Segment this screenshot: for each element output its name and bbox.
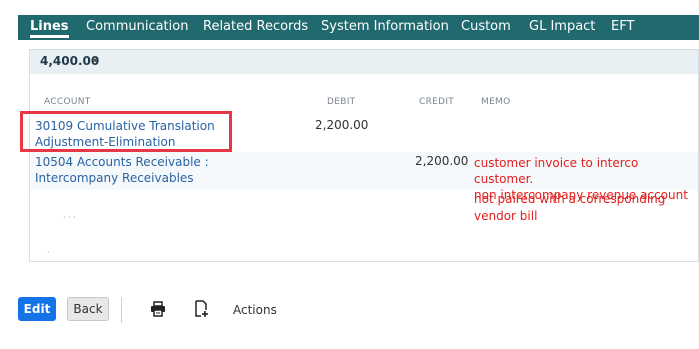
tab-custom[interactable]: Custom [461,19,511,34]
summary-marker: • [92,54,100,68]
highlight-box [20,111,232,152]
stray-mark: · · · [63,213,76,222]
tab-related-records[interactable]: Related Records [203,19,308,34]
new-document-icon[interactable] [193,300,209,318]
table-header: ACCOUNT DEBIT CREDIT MEMO [30,93,698,113]
debit-amount: 2,200.00 [315,118,369,132]
tab-system-information[interactable]: System Information [321,19,449,34]
credit-amount: 2,200.00 [415,154,469,168]
stray-mark: · [47,248,50,257]
printer-icon[interactable] [150,301,166,317]
tab-gl-impact[interactable]: GL Impact [529,19,595,34]
annotation-note: not paired with a corresponding vendor b… [474,192,666,223]
lines-panel: 4,400.00 • ACCOUNT DEBIT CREDIT MEMO 301… [29,49,699,262]
subtab-bar: Lines Communication Related Records Syst… [18,15,699,40]
summary-total: 4,400.00 [40,54,100,68]
toolbar-divider [121,297,122,323]
column-header-debit[interactable]: DEBIT [327,97,355,107]
tab-eft[interactable]: EFT [611,19,634,34]
table-row[interactable]: 10504 Accounts Receivable : Intercompany… [30,152,698,202]
column-header-account[interactable]: ACCOUNT [44,97,91,107]
tab-communication[interactable]: Communication [86,19,188,34]
back-button[interactable]: Back [67,297,109,321]
actions-menu[interactable]: Actions [233,303,277,317]
column-header-credit[interactable]: CREDIT [419,97,454,107]
account-link[interactable]: 10504 Accounts Receivable : Intercompany… [35,154,209,186]
tab-lines[interactable]: Lines [30,19,69,38]
summary-bar: 4,400.00 • [30,50,698,74]
column-header-memo[interactable]: MEMO [481,97,511,107]
edit-button[interactable]: Edit [18,297,56,321]
